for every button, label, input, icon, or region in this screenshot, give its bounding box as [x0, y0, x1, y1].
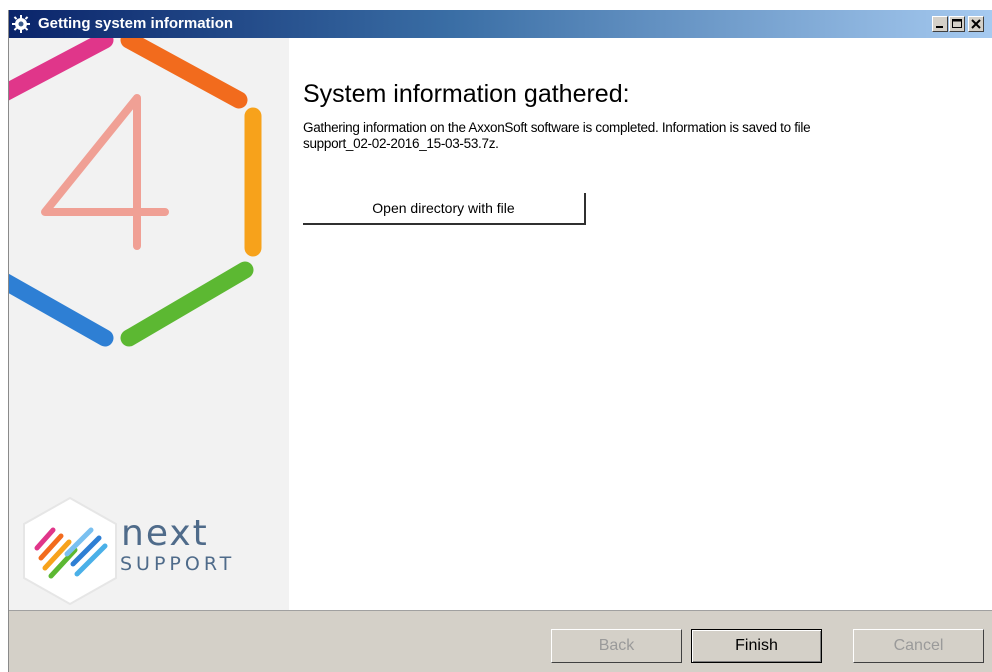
- page-title: System information gathered:: [303, 80, 630, 108]
- minimize-button[interactable]: [932, 16, 948, 32]
- hexagon-four-logo: 4: [9, 38, 262, 347]
- close-button[interactable]: [968, 16, 984, 32]
- maximize-icon: [952, 19, 962, 28]
- minimize-icon: [936, 26, 943, 28]
- hex-segment-blue: [9, 273, 114, 347]
- open-directory-button[interactable]: Open directory with file: [303, 193, 586, 225]
- finish-button[interactable]: Finish: [691, 629, 822, 663]
- window-title: Getting system information: [38, 15, 234, 32]
- digit-four-icon: [41, 94, 169, 250]
- sidebar-banner: 4 next SUPPORT: [9, 38, 289, 610]
- close-icon: [971, 19, 981, 29]
- next-support-hands-icon: [23, 496, 117, 606]
- status-message-line-2: support_02-02-2016_15-03-53.7z.: [303, 136, 499, 151]
- cancel-button[interactable]: Cancel: [853, 629, 984, 663]
- back-button[interactable]: Back: [551, 629, 682, 663]
- wizard-window: Getting system information next SUPPORT …: [8, 10, 992, 672]
- hex-segment-magenta: [9, 38, 114, 101]
- hex-segment-orange: [120, 38, 248, 109]
- brand-support-text: SUPPORT: [120, 553, 236, 575]
- maximize-button[interactable]: [949, 16, 965, 32]
- brand-next-text: next: [121, 513, 209, 554]
- status-message-line-1: Gathering information on the AxxonSoft s…: [303, 120, 811, 135]
- main-content: System information gathered: Gathering i…: [289, 38, 992, 610]
- title-bar[interactable]: Getting system information: [9, 10, 992, 38]
- hex-segment-green: [120, 261, 254, 347]
- wizard-footer: Back Finish Cancel: [9, 610, 992, 672]
- status-message: Gathering information on the AxxonSoft s…: [303, 120, 943, 152]
- app-gear-icon: [12, 15, 30, 33]
